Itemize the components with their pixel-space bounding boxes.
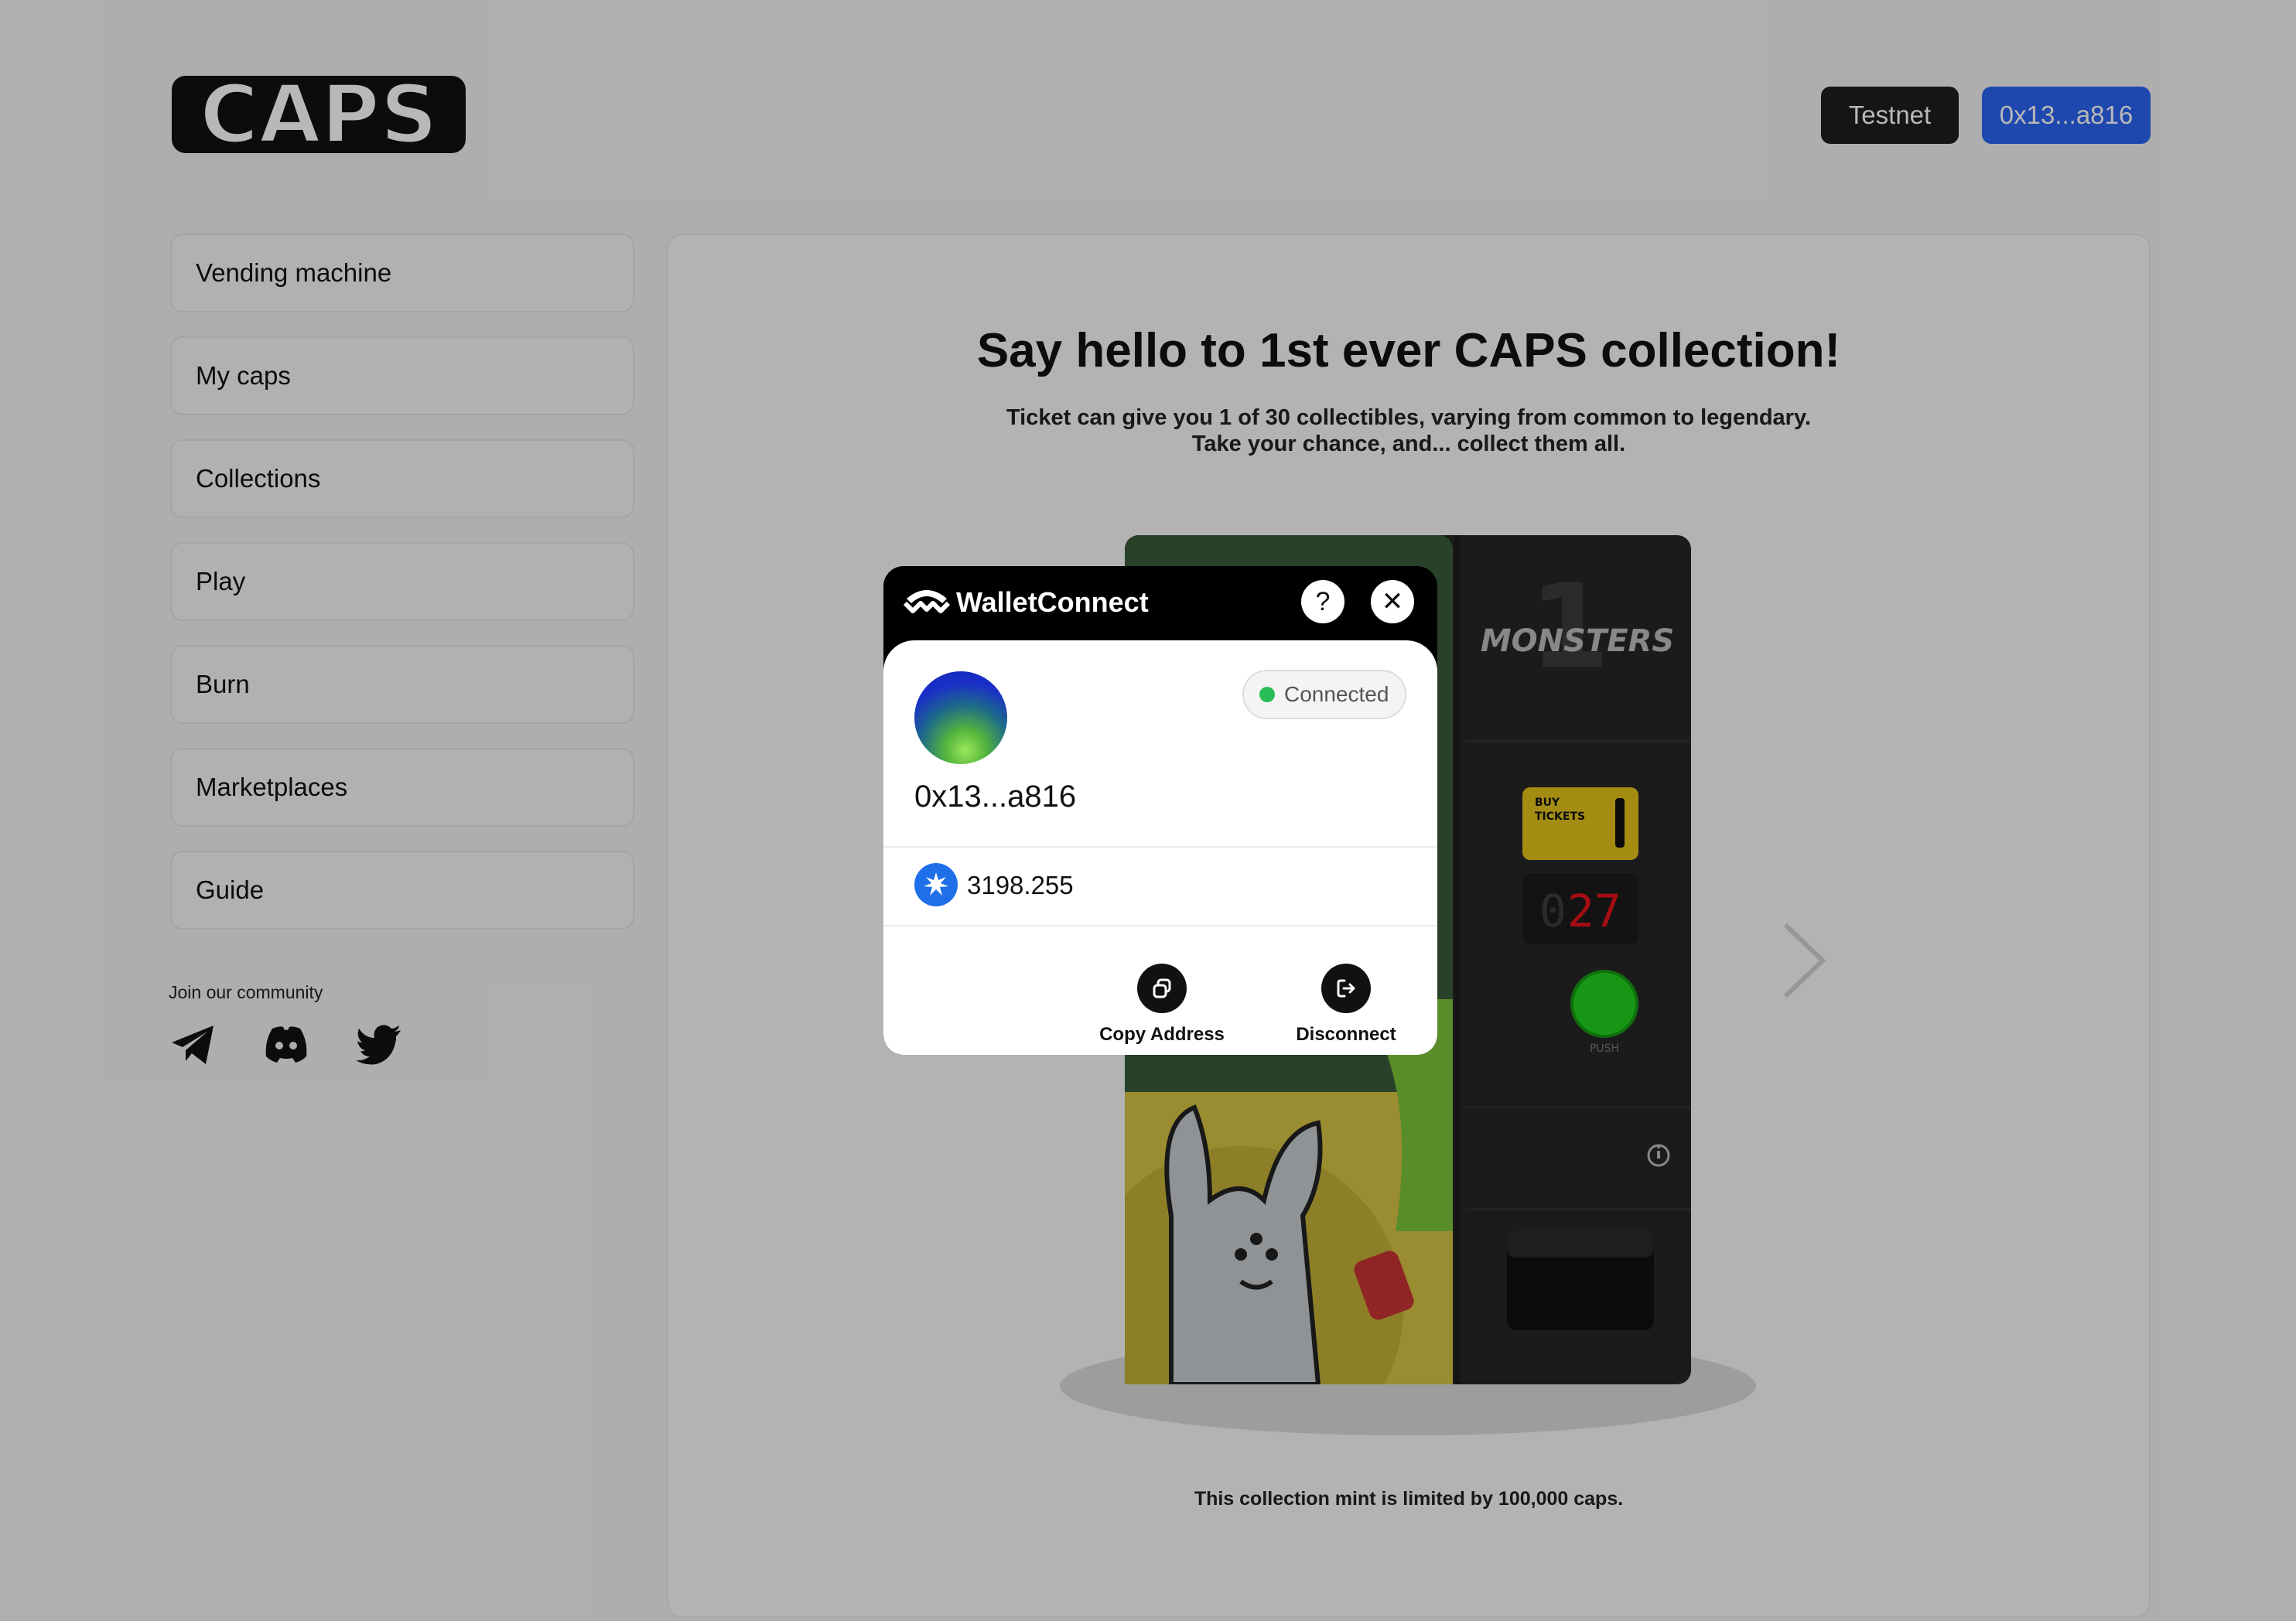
disconnect-label: Disconnect [1296,1024,1396,1045]
account-address: 0x13...a816 [914,780,1077,814]
close-button[interactable]: ✕ [1371,580,1414,623]
status-badge: Connected [1242,670,1406,719]
divider [883,925,1437,927]
divider [883,846,1437,848]
status-label: Connected [1284,682,1389,706]
copy-address-label: Copy Address [1099,1024,1225,1045]
status-dot-icon [1259,687,1275,702]
copy-icon [1137,964,1187,1013]
disconnect-button[interactable]: Disconnect [1276,964,1416,1046]
logout-icon [1321,964,1371,1013]
help-button[interactable]: ? [1301,580,1344,623]
network-token-icon [914,863,958,906]
copy-address-button[interactable]: Copy Address [1092,964,1232,1046]
walletconnect-logo-icon [903,590,951,613]
walletconnect-modal: WalletConnect ? ✕ Connected 0x13...a816 … [883,566,1437,1055]
modal-body: Connected 0x13...a816 3198.255 Copy Addr… [883,640,1437,1055]
balance-value: 3198.255 [967,871,1074,899]
modal-title: WalletConnect [956,586,1149,618]
avatar [914,671,1007,764]
